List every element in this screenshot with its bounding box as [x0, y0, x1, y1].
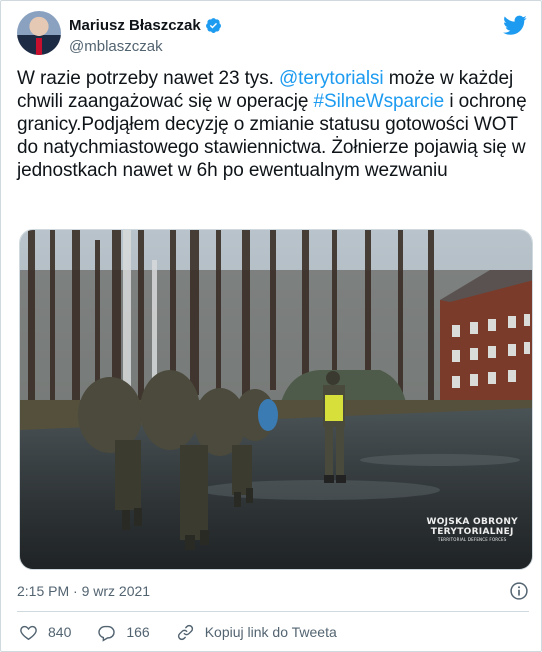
tweet-timestamp[interactable]: 2:15 PM · 9 wrz 2021: [17, 581, 150, 601]
verified-badge-icon: [205, 17, 221, 33]
heart-icon: [20, 625, 37, 640]
author-handle[interactable]: @mblaszczak: [69, 38, 163, 55]
watermark-line3: TERRITORIAL DEFENCE FORCES: [437, 537, 507, 542]
copy-link-button[interactable]: Kopiuj link do Tweeta: [176, 623, 337, 642]
name-row[interactable]: Mariusz Błaszczak: [69, 15, 222, 35]
watermark-line1: WOJSKA OBRONY: [426, 517, 518, 527]
watermark-line2: TERYTORIALNEJ: [430, 527, 514, 537]
tweet-text-part1: W razie potrzeby nawet 23 tys.: [17, 68, 279, 89]
timestamp-text[interactable]: 2:15 PM · 9 wrz 2021: [17, 583, 150, 599]
reply-button[interactable]: 166: [97, 623, 150, 642]
like-count: 840: [48, 624, 72, 640]
wot-watermark: WOJSKA OBRONY TERYTORIALNEJ TERRITORIAL …: [426, 517, 518, 543]
tweet-card: Mariusz Błaszczak @mblaszczak W razie po…: [0, 0, 542, 652]
tweet-photo[interactable]: WOJSKA OBRONY TERYTORIALNEJ TERRITORIAL …: [19, 229, 533, 570]
copy-link-label: Kopiuj link do Tweeta: [204, 624, 337, 640]
like-button[interactable]: 840: [19, 623, 71, 642]
hashtag-link[interactable]: #SilneWsparcie: [314, 91, 445, 112]
avatar[interactable]: [17, 11, 61, 55]
divider: [17, 611, 529, 612]
reply-count: 166: [126, 624, 150, 640]
info-icon[interactable]: [509, 581, 529, 601]
tweet-actions: 840 166 Kopiuj link do Tweeta: [19, 621, 363, 643]
tweet-header: Mariusz Błaszczak @mblaszczak: [17, 11, 527, 61]
link-icon: [177, 624, 193, 640]
avatar-tie: [36, 38, 42, 55]
reply-bubble-icon: [98, 625, 116, 642]
tweet-text: W razie potrzeby nawet 23 tys. @terytori…: [17, 67, 532, 182]
mention-link[interactable]: @terytorialsi: [279, 68, 384, 89]
author-display-name[interactable]: Mariusz Błaszczak: [69, 17, 201, 34]
twitter-bird-icon[interactable]: [503, 13, 527, 37]
